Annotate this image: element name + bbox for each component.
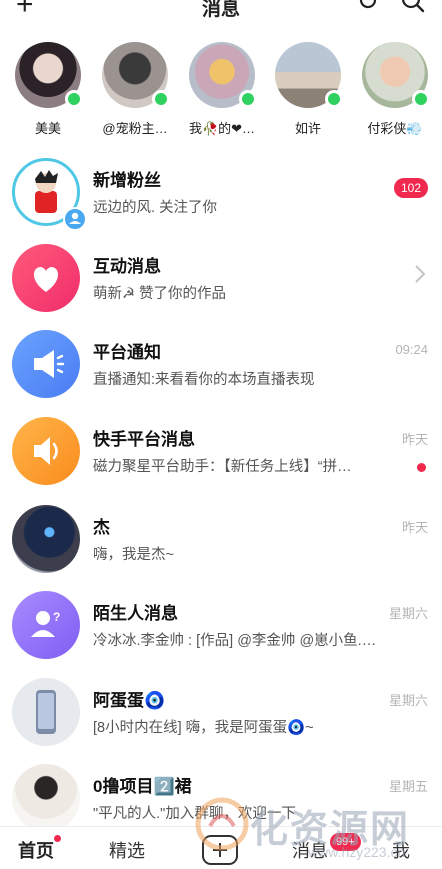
phone-image-icon: [36, 690, 56, 734]
online-status-dot: [152, 90, 170, 108]
story-name: 如许: [294, 121, 321, 136]
story-name: 我🥀的❤…: [188, 121, 256, 136]
story-item[interactable]: 如许: [265, 42, 351, 137]
message-preview: 直播通知:来看看你的本场直播表现: [93, 372, 315, 388]
avatar: ?: [12, 591, 80, 659]
tab-messages[interactable]: 消息: [292, 837, 328, 863]
online-friends-row: 美美 @宠粉主… 我🥀的❤… 如许 付彩侠💨: [0, 42, 442, 142]
message-preview: 磁力聚星平台助手：【新任务上线】“拼…: [93, 459, 352, 475]
bottom-nav: 首页 精选 消息 99+ 我: [0, 826, 442, 869]
unread-dot: [417, 463, 426, 472]
messages-count-badge: 99+: [330, 833, 361, 851]
story-item[interactable]: @宠粉主…: [92, 42, 178, 137]
message-title: 快手平台消息: [93, 430, 195, 449]
message-item-adandan[interactable]: 阿蛋蛋🧿 [8小时内在线] 嗨，我是阿蛋蛋🧿~ 星期六: [0, 670, 442, 756]
message-title: 新增粉丝: [93, 171, 161, 190]
online-status-dot: [325, 90, 343, 108]
message-preview: "平凡的人."加入群聊，欢迎一下: [93, 806, 296, 822]
message-title: 平台通知: [93, 343, 161, 362]
message-preview: 嗨，我是杰~: [93, 547, 174, 563]
create-button[interactable]: [202, 835, 238, 865]
message-time: 星期五: [388, 779, 428, 794]
message-time: 星期六: [388, 693, 428, 708]
message-preview: [8小时内在线] 嗨，我是阿蛋蛋🧿~: [93, 720, 314, 736]
message-time: 昨天: [401, 432, 428, 447]
message-preview: 远边的风. 关注了你: [93, 200, 218, 216]
message-title: 杰: [93, 518, 110, 537]
online-status-dot: [412, 90, 430, 108]
message-time: 09:24: [395, 342, 428, 357]
story-name: @宠粉主…: [102, 121, 168, 136]
message-item-interactions[interactable]: 互动消息 萌新☭ 赞了你的作品: [0, 236, 442, 322]
follower-badge-icon: [63, 207, 87, 231]
avatar: [189, 42, 257, 108]
tab-label: 首页: [18, 841, 54, 861]
avatar: [275, 42, 343, 108]
top-header: + 消息: [0, 0, 442, 22]
chevron-right-icon: [415, 265, 426, 283]
message-preview: 冷冰冰.李金帅 : [作品] @李金帅 @崽小鱼.…: [93, 633, 377, 649]
story-name: 付彩侠💨: [367, 121, 423, 136]
avatar: [12, 330, 80, 398]
story-item[interactable]: 我🥀的❤…: [179, 42, 265, 137]
unread-count-badge: 102: [393, 178, 428, 198]
avatar: [362, 42, 430, 108]
avatar: [12, 417, 80, 485]
refresh-icon[interactable]: [356, 0, 380, 12]
avatar: [12, 764, 80, 832]
tab-featured[interactable]: 精选: [109, 837, 145, 863]
avatar: [102, 42, 170, 108]
message-title: 陌生人消息: [93, 604, 178, 623]
story-name: 美美: [34, 121, 61, 136]
speaker-icon: [34, 437, 58, 465]
tab-home[interactable]: 首页: [18, 835, 61, 863]
message-title: 0撸项目2️⃣裙: [93, 777, 192, 796]
message-time: 昨天: [401, 520, 428, 535]
avatar: [12, 158, 87, 231]
message-item-platform-message[interactable]: 快手平台消息 磁力聚星平台助手：【新任务上线】“拼… 昨天: [0, 409, 442, 495]
message-item-jie[interactable]: 杰 嗨，我是杰~ 昨天: [0, 497, 442, 583]
message-time: 星期六: [388, 606, 428, 621]
search-icon[interactable]: [400, 0, 426, 14]
online-status-dot: [239, 90, 257, 108]
avatar: [15, 42, 83, 108]
message-preview: 萌新☭ 赞了你的作品: [93, 286, 227, 302]
tab-me[interactable]: 我: [392, 837, 410, 863]
message-title: 互动消息: [93, 257, 161, 276]
heart-icon: [33, 267, 59, 292]
message-title: 阿蛋蛋🧿: [93, 691, 166, 710]
story-item[interactable]: 美美: [5, 42, 91, 137]
story-item[interactable]: 付彩侠💨: [352, 42, 438, 137]
avatar: [12, 678, 80, 746]
megaphone-icon: [34, 350, 65, 378]
stranger-user-icon: ?: [31, 610, 60, 637]
avatar: [12, 505, 80, 573]
message-item-new-followers[interactable]: 新增粉丝 远边的风. 关注了你 102: [0, 150, 442, 236]
message-item-platform-notice[interactable]: 平台通知 直播通知:来看看你的本场直播表现 09:24: [0, 322, 442, 408]
message-item-strangers[interactable]: ? 陌生人消息 冷冰冰.李金帅 : [作品] @李金帅 @崽小鱼.… 星期六: [0, 583, 442, 669]
svg-text:?: ?: [53, 610, 60, 624]
online-status-dot: [65, 90, 83, 108]
avatar: [12, 244, 80, 312]
notification-dot: [54, 835, 61, 842]
